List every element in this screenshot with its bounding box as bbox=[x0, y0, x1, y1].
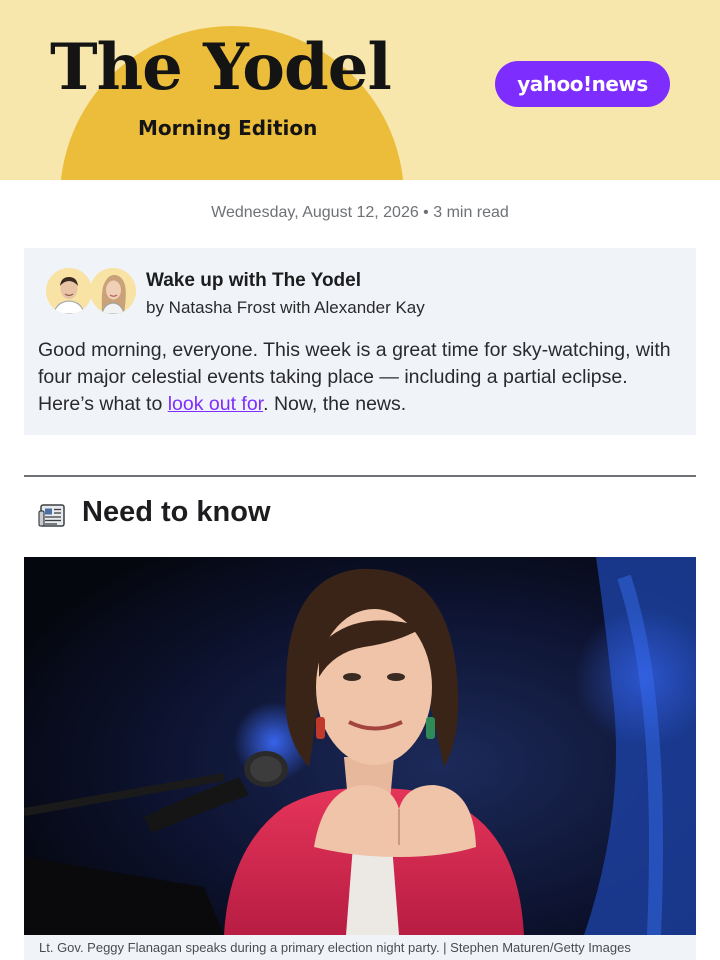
photo-caption: Lt. Gov. Peggy Flanagan speaks during a … bbox=[24, 935, 696, 960]
yahoo-news-logo[interactable]: yahoo!news bbox=[495, 61, 670, 107]
intro-body: Good morning, everyone. This week is a g… bbox=[38, 337, 688, 418]
news-photo[interactable] bbox=[24, 557, 696, 935]
avatar-author-2 bbox=[90, 268, 136, 314]
intro-card: Wake up with The Yodel by Natasha Frost … bbox=[24, 248, 696, 435]
section-divider bbox=[24, 475, 696, 477]
intro-byline: by Natasha Frost with Alexander Kay bbox=[146, 298, 425, 317]
newsletter-header: The Yodel Morning Edition yahoo!news bbox=[0, 0, 720, 180]
look-out-for-link[interactable]: look out for bbox=[168, 393, 263, 415]
newspaper-icon bbox=[38, 503, 66, 529]
newsletter-title: The Yodel bbox=[50, 30, 392, 105]
dateline: Wednesday, August 12, 2026 • 3 min read bbox=[211, 204, 509, 221]
newsletter-subtitle: Morning Edition bbox=[138, 116, 318, 140]
author-avatars bbox=[46, 268, 138, 314]
intro-title: Wake up with The Yodel bbox=[146, 270, 362, 291]
section-title: Need to know bbox=[82, 496, 271, 528]
avatar-author-1 bbox=[46, 268, 92, 314]
intro-body-text-end: . Now, the news. bbox=[263, 393, 407, 415]
